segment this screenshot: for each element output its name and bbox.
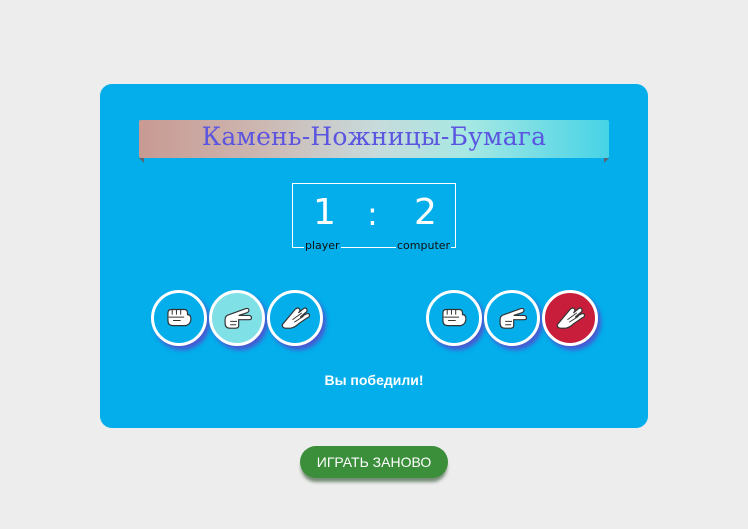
computer-rock-choice [426,290,482,346]
score-separator: : [367,195,378,233]
computer-score: 2 [414,192,437,233]
game-title: Камень-Ножницы-Бумага [201,122,547,151]
paper-hand-icon [556,307,586,329]
computer-paper-choice [542,290,598,346]
game-panel: Камень-Ножницы-Бумага 1 : 2 player compu… [100,84,648,428]
rock-hand-icon [167,308,192,327]
scissors-hand-icon [224,307,253,329]
play-again-button[interactable]: ИГРАТЬ ЗАНОВО [300,446,448,478]
player-score: 1 [313,192,336,233]
player-rock-button[interactable] [151,290,207,346]
result-message: Вы победили! [324,372,424,388]
player-label: player [304,239,341,252]
paper-hand-icon [281,307,311,329]
title-ribbon: Камень-Ножницы-Бумага [139,120,609,163]
computer-label: computer [396,239,452,252]
player-paper-button[interactable] [267,290,323,346]
scissors-hand-icon [499,307,528,329]
rock-hand-icon [442,308,467,327]
computer-scissors-choice [484,290,540,346]
scoreboard: 1 : 2 player computer [292,183,456,252]
player-scissors-button[interactable] [209,290,265,346]
